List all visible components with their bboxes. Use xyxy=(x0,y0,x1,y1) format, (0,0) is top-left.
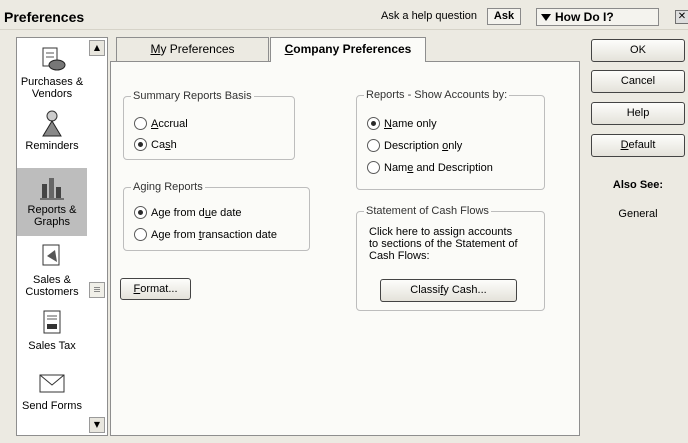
classify-cash-button[interactable]: Classify Cash... xyxy=(380,279,517,302)
radio-name-and-description[interactable]: Name and Description xyxy=(367,161,493,175)
radio-age-from-transaction-date[interactable]: Age from transaction date xyxy=(134,228,277,242)
radio-accel-key: N xyxy=(384,118,392,130)
cash-flows-description: Click here to assign accounts to section… xyxy=(369,226,541,262)
reminders-icon xyxy=(42,110,62,137)
button-label-rest: efault xyxy=(628,139,656,151)
button-label-pre: Classi xyxy=(410,284,441,296)
button-label-rest: ormat... xyxy=(140,283,178,295)
radio-label-post: ransaction date xyxy=(201,229,277,241)
radio-cash[interactable]: Cash xyxy=(134,138,177,152)
button-label-post: y Cash... xyxy=(443,284,487,296)
tab-my-preferences[interactable]: My Preferences xyxy=(116,37,269,61)
radio-label-post: ame only xyxy=(391,118,437,130)
radio-label-pre: Description xyxy=(384,140,443,152)
sidebar-item-reminders[interactable]: Reminders xyxy=(17,108,87,164)
radio-label-post: h xyxy=(170,139,177,151)
tab-label-rest: y Preferences xyxy=(160,42,235,56)
window-title: Preferences xyxy=(4,9,85,25)
radio-label-post: e date xyxy=(210,207,242,219)
reports-graphs-icon xyxy=(40,178,64,200)
group-label: Reports - Show Accounts by: xyxy=(366,89,508,101)
also-see-general-link[interactable]: General xyxy=(598,208,678,220)
help-button[interactable]: Help xyxy=(591,102,685,125)
sidebar-item-sales-customers[interactable]: Sales & Customers xyxy=(17,242,87,302)
radio-age-from-due-date[interactable]: Age from due date xyxy=(134,206,242,220)
tab-accel-key: M xyxy=(150,42,161,56)
radio-button[interactable] xyxy=(134,117,147,130)
scrollbar-thumb[interactable] xyxy=(89,282,105,298)
tab-label-rest: ompany Preferences xyxy=(293,42,412,56)
group-label: Aging Reports xyxy=(133,181,203,193)
title-bar: Preferences Ask a help question Ask How … xyxy=(0,0,688,30)
radio-label-post: nly xyxy=(448,140,463,152)
sidebar-item-label: Sales Tax xyxy=(28,340,76,352)
scroll-up-button[interactable]: ▲ xyxy=(89,40,105,56)
default-button[interactable]: Default xyxy=(591,134,685,157)
sales-tax-icon xyxy=(43,310,61,334)
ask-button[interactable]: Ask xyxy=(487,8,521,25)
radio-accrual[interactable]: Accrual xyxy=(134,117,188,131)
group-label: Summary Reports Basis xyxy=(133,90,252,102)
also-see-heading: Also See: xyxy=(612,179,664,191)
scroll-down-button[interactable]: ▼ xyxy=(89,417,105,433)
cash-flows-text-line: Click here to assign accounts xyxy=(369,226,513,238)
radio-description-only[interactable]: Description only xyxy=(367,139,462,153)
cancel-button[interactable]: Cancel xyxy=(591,70,685,93)
preferences-category-list[interactable]: ▲ ▼ Purchases & Vendors Reminders Report… xyxy=(16,37,108,436)
radio-button[interactable] xyxy=(134,206,147,219)
send-forms-icon xyxy=(39,374,65,393)
sidebar-item-purchases-vendors[interactable]: Purchases & Vendors xyxy=(17,44,87,106)
radio-label-pre: Nam xyxy=(384,162,408,174)
sidebar-item-label: Sales & Customers xyxy=(25,274,79,298)
format-button[interactable]: Format... xyxy=(120,278,191,300)
help-question-label: Ask a help question xyxy=(381,10,478,22)
group-label: Statement of Cash Flows xyxy=(366,205,489,217)
purchases-vendors-icon xyxy=(42,47,66,71)
sidebar-item-send-forms[interactable]: Send Forms xyxy=(17,368,87,418)
button-accel-key: D xyxy=(620,139,629,151)
sidebar-item-reports-graphs[interactable]: Reports & Graphs xyxy=(17,168,87,236)
radio-label-post: and Description xyxy=(413,162,493,174)
radio-name-only[interactable]: Name only xyxy=(367,117,437,131)
sidebar-item-label: Send Forms xyxy=(22,400,82,412)
sidebar-item-sales-tax[interactable]: Sales Tax xyxy=(17,308,87,358)
tab-company-preferences[interactable]: Company Preferences xyxy=(270,37,426,62)
radio-button[interactable] xyxy=(367,117,380,130)
cash-flows-text-line: Cash Flows: xyxy=(369,250,430,262)
radio-label-post: ccrual xyxy=(158,118,188,130)
dropdown-arrow-icon xyxy=(541,14,551,21)
radio-button[interactable] xyxy=(367,139,380,152)
radio-label-pre: Age from xyxy=(151,229,199,241)
radio-button[interactable] xyxy=(367,161,380,174)
cash-flows-text-line: to sections of the Statement of xyxy=(369,238,518,250)
tab-accel-key: C xyxy=(284,42,294,56)
close-icon[interactable]: ✕ xyxy=(675,10,688,24)
how-do-i-label: How Do I? xyxy=(555,10,614,24)
sales-customers-icon xyxy=(42,244,60,266)
how-do-i-dropdown[interactable]: How Do I? xyxy=(536,8,659,26)
radio-button[interactable] xyxy=(134,228,147,241)
sidebar-item-label: Purchases & Vendors xyxy=(20,76,84,100)
radio-button[interactable] xyxy=(134,138,147,151)
radio-label-pre: Ca xyxy=(151,139,166,151)
sidebar-item-label: Reminders xyxy=(25,140,79,152)
ok-button[interactable]: OK xyxy=(591,39,685,62)
radio-label-pre: Age from d xyxy=(151,207,205,219)
sidebar-item-label: Reports & Graphs xyxy=(27,204,77,228)
